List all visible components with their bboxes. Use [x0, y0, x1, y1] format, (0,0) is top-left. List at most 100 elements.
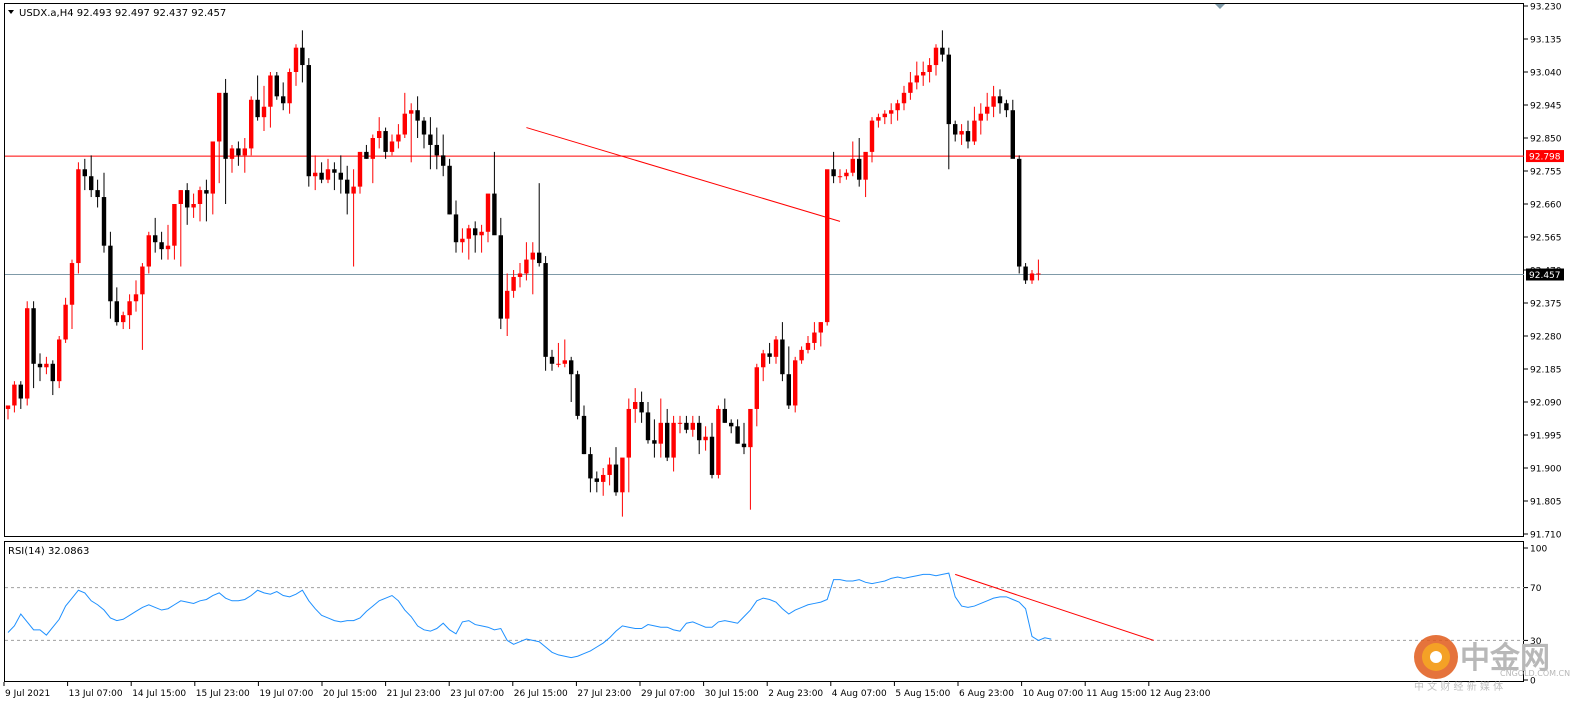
- candle-body: [249, 99, 254, 149]
- price-axis-label: 93.230: [1530, 3, 1562, 13]
- time-axis-label: 30 Jul 15:00: [705, 689, 759, 699]
- candle-body: [319, 172, 324, 180]
- candle-body: [140, 266, 145, 295]
- candle-body: [556, 363, 561, 365]
- candle-body: [460, 238, 465, 243]
- time-axis-label: 23 Jul 07:00: [450, 689, 504, 699]
- candle-body: [869, 120, 875, 152]
- candle-body: [671, 422, 676, 458]
- candle: [249, 96, 254, 156]
- rsi-axis-label: 0: [1530, 677, 1536, 687]
- time-axis-label: 12 Aug 23:00: [1150, 689, 1211, 699]
- candle: [57, 336, 62, 389]
- candle-body: [729, 422, 734, 427]
- candle-body: [933, 47, 939, 66]
- price-axis-label: 92.945: [1530, 102, 1562, 112]
- candle: [825, 169, 830, 326]
- price-axis-label: 92.850: [1530, 135, 1562, 145]
- candle: [76, 162, 81, 274]
- candle-body: [613, 464, 619, 493]
- candle: [793, 356, 798, 413]
- price-axis-label: 92.755: [1530, 168, 1562, 178]
- candle-body: [549, 356, 555, 364]
- candle-body: [684, 422, 689, 430]
- candle-body: [562, 360, 567, 364]
- time-axis-label: 20 Jul 15:00: [323, 689, 377, 699]
- candle-body: [255, 99, 260, 118]
- chart-svg: 93.230 93.135 93.040 92.945 92.850 92.755 92.6…: [0, 0, 1583, 712]
- candle-body: [799, 349, 804, 361]
- candle-body: [921, 72, 926, 76]
- candle-body: [383, 131, 388, 152]
- candle-body: [844, 172, 849, 177]
- candle-body: [940, 47, 945, 55]
- candle-body: [1036, 273, 1041, 275]
- candle-body: [114, 301, 119, 323]
- candle-body: [300, 47, 305, 66]
- candle-body: [837, 176, 843, 178]
- time-axis-label: 6 Aug 23:00: [959, 689, 1014, 699]
- candle-body: [677, 422, 683, 424]
- candle-body: [37, 363, 43, 368]
- candle-body: [441, 155, 446, 166]
- candle-body: [146, 235, 151, 267]
- candle-body: [1017, 158, 1022, 267]
- price-tag-label: 92.798: [1529, 153, 1561, 163]
- price-axis-label: 92.090: [1530, 399, 1562, 409]
- candle-body: [197, 190, 203, 204]
- candle-body: [447, 165, 452, 215]
- candle-body: [1010, 110, 1015, 159]
- candle-body: [773, 339, 779, 357]
- candle-body: [82, 169, 87, 177]
- candle-body: [985, 106, 990, 114]
- price-tag-label: 92.457: [1529, 271, 1561, 281]
- candle-body: [274, 75, 279, 97]
- candle-body: [44, 363, 49, 368]
- candle-body: [581, 415, 587, 455]
- candle-body: [511, 276, 516, 291]
- candle-body: [217, 92, 222, 142]
- candle-body: [479, 231, 484, 236]
- candle-body: [31, 308, 36, 364]
- candle-body: [805, 342, 811, 350]
- time-axis-label: 14 Jul 15:00: [132, 689, 186, 699]
- candle-body: [178, 190, 183, 204]
- candle-body: [293, 47, 299, 72]
- candle: [447, 158, 452, 215]
- time-axis-label: 21 Jul 23:00: [387, 689, 441, 699]
- price-axis-label: 92.185: [1530, 366, 1562, 376]
- candle-body: [690, 422, 695, 430]
- candle-body: [927, 65, 932, 72]
- candle: [575, 370, 580, 420]
- candle-body: [735, 426, 740, 444]
- candle-body: [242, 148, 247, 156]
- time-axis-label: 10 Aug 07:00: [1023, 689, 1084, 699]
- candle: [543, 256, 548, 371]
- candle-body: [95, 190, 100, 198]
- candle-body: [396, 134, 401, 142]
- candle-body: [978, 113, 983, 121]
- candle-body: [236, 148, 241, 156]
- candle-body: [377, 131, 382, 138]
- candle-body: [50, 363, 55, 382]
- candle-body: [261, 106, 267, 118]
- candle-body: [857, 158, 862, 180]
- candle-body: [524, 259, 529, 274]
- candle-body: [434, 144, 439, 156]
- candle-body: [108, 245, 113, 302]
- rsi-indicator-label: RSI(14) 32.0863: [8, 546, 89, 557]
- candle-body: [658, 422, 663, 444]
- candle-body: [191, 204, 196, 208]
- candle-body: [633, 402, 638, 409]
- candle-body: [133, 294, 139, 302]
- candle-body: [229, 148, 235, 159]
- candle-body: [338, 172, 343, 180]
- candle-body: [959, 131, 964, 135]
- candle-body: [639, 402, 644, 413]
- candle-body: [466, 228, 471, 239]
- time-axis-label: 5 Aug 15:00: [895, 689, 950, 699]
- candle-body: [25, 308, 30, 399]
- candle-body: [575, 374, 580, 416]
- candle-body: [953, 124, 958, 135]
- candle-body: [882, 113, 887, 118]
